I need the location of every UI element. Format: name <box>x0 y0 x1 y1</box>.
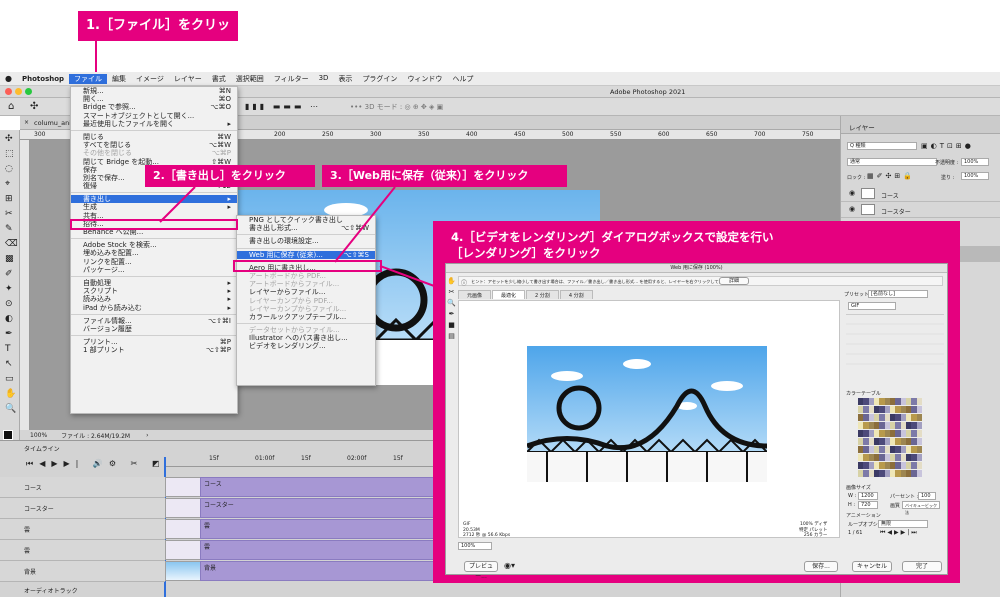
color-swatch-icon[interactable]: ■ <box>446 320 457 331</box>
dialog-hint-bar: ⓘ ヒント：アセットを少し縮小して書き出す場合は、ファイル／書き出し／書き出し形… <box>458 276 943 287</box>
dialog-titlebar: Web 用に保存 (100%) <box>446 264 947 273</box>
image-size-label: 画像サイズ <box>846 485 871 491</box>
dialog-tools: ✋ ✂ 🔍 ✒ ■ ▤ <box>446 276 457 356</box>
export-highlight-frame <box>70 219 238 230</box>
height-field[interactable]: 720 <box>858 501 878 509</box>
color-cell[interactable] <box>916 438 922 445</box>
color-table-label: カラーテーブル <box>846 391 881 397</box>
done-button[interactable]: 完了 <box>902 561 942 572</box>
slice-toggle-icon[interactable]: ▤ <box>446 331 457 342</box>
preview-footer-right: 100% ディザ 特定 パレット 256 カラー <box>799 522 827 539</box>
dialog-tab[interactable]: 最適化 <box>492 290 526 299</box>
color-cell[interactable] <box>916 430 922 437</box>
preview-button[interactable]: プレビュー... <box>464 561 498 580</box>
dialog-tab[interactable]: 2 分割 <box>526 290 559 299</box>
color-cell[interactable] <box>916 422 922 429</box>
eyedropper-icon[interactable]: ✒ <box>446 309 457 320</box>
cancel-button[interactable]: キャンセル <box>852 561 892 572</box>
footer-dither: 100% ディザ <box>799 522 828 527</box>
quality-select[interactable]: バイキュービック法 <box>902 501 940 515</box>
footer-colors: 256 カラー <box>803 533 828 538</box>
preview-area: GIF 20.53M 2712 秒 @ 56.6 Kbps 100% ディザ 特… <box>458 300 840 538</box>
dialog-hint: ヒント：アセットを少し縮小して書き出す場合は、ファイル／書き出し／書き出し形式.… <box>471 279 731 284</box>
zoom-select[interactable]: 100% <box>458 542 492 550</box>
hand-icon[interactable]: ✋ <box>446 276 457 287</box>
preview-footer-left: GIF 20.53M 2712 秒 @ 56.6 Kbps <box>463 522 510 539</box>
h-label: H : <box>848 502 856 508</box>
zoom-bar: 100% <box>458 541 840 551</box>
dialog-tab[interactable]: 元画像 <box>458 290 492 299</box>
footer-time: 2712 秒 @ 56.6 Kbps <box>463 533 511 538</box>
w-label: W : <box>848 493 857 499</box>
animation-controls[interactable]: ⏮◀▶▶|⏭ <box>880 529 919 537</box>
dialog-tab[interactable]: 4 分割 <box>559 290 593 299</box>
zoom-icon[interactable]: 🔍 <box>446 298 457 309</box>
preview-image <box>527 346 767 482</box>
dialog-tabs: 元画像 最適化 2 分割 4 分割 <box>458 290 594 299</box>
gif-options[interactable] <box>846 314 944 372</box>
callout-render-line2: ［レンダリング］をクリック <box>451 246 601 260</box>
preset-select[interactable]: [名前なし] <box>868 290 928 298</box>
percent-field[interactable]: 100 <box>918 492 936 500</box>
color-cell[interactable] <box>916 446 922 453</box>
save-for-web-dialog: Web 用に保存 (100%) ⓘ ヒント：アセットを少し縮小して書き出す場合は… <box>445 263 948 580</box>
format-select[interactable]: GIF <box>848 302 896 310</box>
settings-panel: プリセット : [名前なし] GIF カラーテーブル 画像サイズ W : 120… <box>844 290 946 552</box>
animation-label: アニメーション <box>846 513 881 519</box>
percent-label: パーセント : <box>890 494 919 500</box>
save-button[interactable]: 保存... <box>804 561 838 572</box>
save-web-highlight-frame <box>233 260 382 272</box>
color-cell[interactable] <box>916 406 922 413</box>
browser-icon[interactable]: ◉▾ <box>504 561 515 570</box>
frame-counter: 1 / 61 <box>848 530 863 536</box>
hint-detail-button[interactable]: 詳細 <box>719 277 749 285</box>
width-field[interactable]: 1200 <box>858 492 878 500</box>
info-icon: ⓘ <box>461 280 468 287</box>
slice-icon[interactable]: ✂ <box>446 287 457 298</box>
callout-render-line1: 4.［ビデオをレンダリング］ダイアログボックスで設定を行い <box>451 230 774 244</box>
color-table[interactable] <box>858 398 922 478</box>
color-cell[interactable] <box>916 398 922 405</box>
color-cell[interactable] <box>916 462 922 469</box>
color-cell[interactable] <box>916 414 922 421</box>
loop-select[interactable]: 無限 <box>878 520 928 528</box>
color-cell[interactable] <box>916 454 922 461</box>
color-cell[interactable] <box>916 470 922 477</box>
